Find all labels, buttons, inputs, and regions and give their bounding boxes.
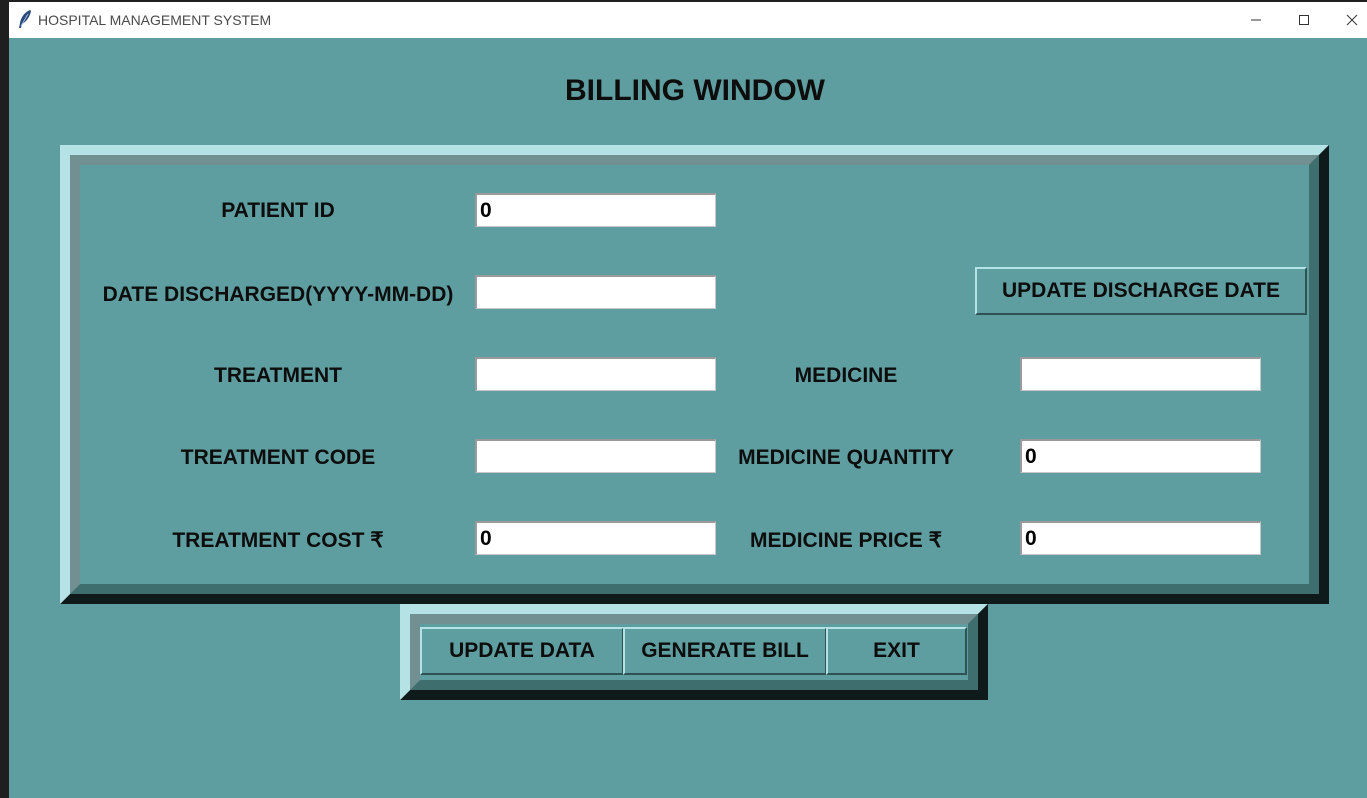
close-icon[interactable] — [1329, 2, 1367, 38]
treatment-field[interactable] — [475, 357, 716, 391]
window-title: HOSPITAL MANAGEMENT SYSTEM — [38, 12, 272, 28]
page-title: BILLING WINDOW — [565, 74, 825, 107]
patient-id-label: PATIENT ID — [221, 199, 335, 222]
treatment-code-field[interactable] — [475, 439, 716, 473]
exit-button[interactable]: EXIT — [826, 627, 967, 675]
medicine-quantity-label: MEDICINE QUANTITY — [738, 446, 954, 469]
desktop-background — [0, 0, 9, 798]
feather-icon — [17, 9, 33, 29]
minimize-icon[interactable] — [1233, 2, 1279, 38]
treatment-cost-label: TREATMENT COST ₹ — [172, 529, 384, 552]
medicine-quantity-field[interactable]: 0 — [1020, 439, 1261, 473]
patient-id-field[interactable]: 0 — [475, 193, 716, 227]
maximize-icon[interactable] — [1281, 2, 1327, 38]
medicine-price-field[interactable]: 0 — [1020, 521, 1261, 555]
billing-window: HOSPITAL MANAGEMENT SYSTEM BILLING WINDO… — [9, 2, 1367, 798]
update-data-button[interactable]: UPDATE DATA — [420, 627, 624, 675]
generate-bill-button[interactable]: GENERATE BILL — [623, 627, 827, 675]
update-discharge-date-button[interactable]: UPDATE DISCHARGE DATE — [975, 267, 1307, 315]
treatment-code-label: TREATMENT CODE — [180, 446, 376, 469]
medicine-label: MEDICINE — [794, 364, 898, 387]
medicine-price-label: MEDICINE PRICE ₹ — [750, 529, 942, 552]
medicine-field[interactable] — [1020, 357, 1261, 391]
date-discharged-label: DATE DISCHARGED(YYYY-MM-DD) — [102, 283, 454, 306]
treatment-label: TREATMENT — [214, 364, 342, 387]
date-discharged-field[interactable] — [475, 275, 716, 309]
title-bar[interactable]: HOSPITAL MANAGEMENT SYSTEM — [9, 2, 1367, 38]
treatment-cost-field[interactable]: 0 — [475, 521, 716, 555]
